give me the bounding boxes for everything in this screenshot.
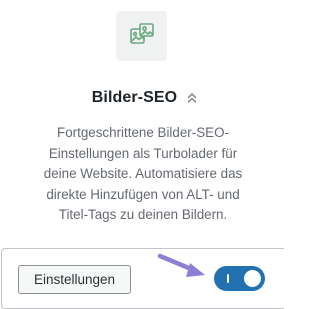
settings-button[interactable]: Einstellungen (18, 265, 131, 294)
module-card: Bilder-SEO Fortgeschrittene Bilder-SEO- … (0, 0, 284, 309)
toggle-knob (244, 270, 261, 287)
description-line: Fortgeschrittene Bilder-SEO- (57, 125, 229, 140)
description-line: deine Website. Automatisiere das (43, 166, 243, 181)
images-icon (129, 21, 155, 52)
module-icon-box (116, 11, 167, 61)
toggle-on-mark (227, 274, 229, 283)
module-description: Fortgeschrittene Bilder-SEO- Einstellung… (20, 123, 266, 226)
description-line: direkte Hinzufügen von ALT- und (46, 186, 240, 202)
arrow-icon (156, 251, 208, 281)
module-toggle[interactable] (214, 266, 265, 291)
description-line: Titel-Tags zu deinen Bildern. (58, 207, 228, 222)
description-line: Einstellungen als Turbolader für (48, 145, 238, 161)
module-title: Bilder-SEO (91, 89, 178, 106)
chevron-double-up-icon[interactable] (186, 91, 198, 105)
module-title-row: Bilder-SEO (0, 87, 284, 109)
